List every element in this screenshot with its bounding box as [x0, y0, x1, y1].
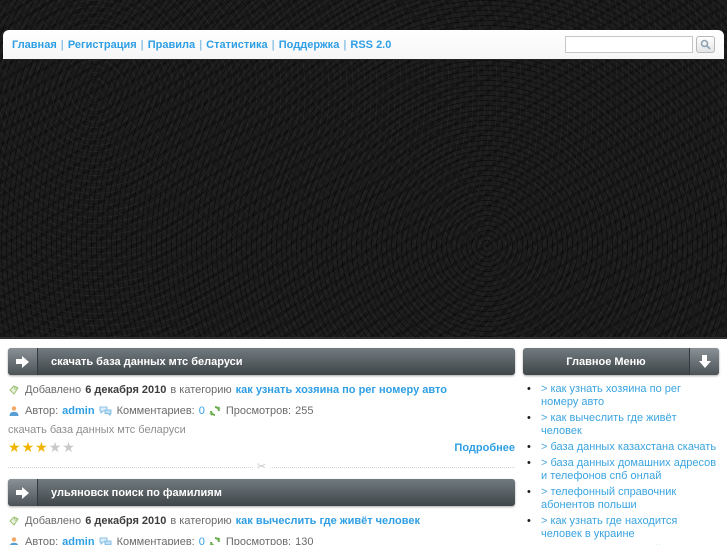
nav-links: Главная | Регистрация | Правила | Статистика | П… — [12, 39, 391, 51]
sidebar-menu: > как узнать хозяина по рег номеру авто >… — [523, 383, 719, 545]
sidebar-header-bar: Главное Меню — [523, 348, 719, 375]
read-more-link[interactable]: Подробнее — [454, 442, 515, 454]
nav-link[interactable]: RSS 2.0 — [350, 39, 391, 51]
nav-link[interactable]: Главная — [12, 39, 57, 51]
nav-link[interactable]: Регистрация — [68, 39, 137, 51]
rating-stars[interactable]: ★★★★★ — [8, 439, 76, 457]
search-box — [565, 36, 715, 53]
sidebar-menu-link[interactable]: как узнать где находится человек в украи… — [541, 515, 677, 540]
nav-separator: | — [140, 38, 144, 51]
comments-label: Комментариев: — [116, 536, 195, 545]
nav-separator: | — [60, 38, 64, 51]
post-category-link[interactable]: как вычеслить где живёт человек — [232, 515, 420, 527]
comments-icon — [99, 536, 112, 545]
top-navbar: Главная | Регистрация | Правила | Статистика | П… — [3, 30, 724, 60]
post-header-bar: скачать база данных мтс беларуси — [8, 348, 515, 375]
views-count: 130 — [295, 536, 314, 545]
star-icon[interactable]: ★ — [8, 439, 22, 455]
category-label: в категорию — [170, 515, 232, 527]
views-count: 255 — [295, 405, 314, 417]
star-icon[interactable]: ★ — [49, 439, 63, 455]
star-icon[interactable]: ★ — [62, 439, 76, 455]
post-title[interactable]: скачать база данных мтс беларуси — [38, 356, 243, 368]
search-button[interactable] — [696, 36, 715, 53]
post-excerpt: скачать база данных мтс беларуси — [8, 424, 186, 436]
sidebar-menu-item[interactable]: > телефонный справочник абонентов польши — [527, 486, 719, 512]
sidebar-menu-item[interactable]: > как узнать хозяина по рег номеру авто — [527, 383, 719, 409]
post-header-bar: ульяновск поиск по фамилиям — [8, 479, 515, 506]
comments-count[interactable]: 0 — [195, 405, 209, 417]
sidebar-title: Главное Меню — [566, 355, 646, 368]
added-icon — [8, 384, 20, 396]
post-author-link[interactable]: admin — [58, 405, 98, 417]
sidebar-menu-item[interactable]: > база данных домашних адресов и телефон… — [527, 457, 719, 483]
sidebar-menu-link[interactable]: база данных домашних адресов и телефонов… — [541, 457, 716, 482]
sidebar-menu-link[interactable]: телефонный справочник абонентов польши — [541, 486, 676, 511]
post-divider: ✂ — [8, 460, 515, 479]
nav-separator: | — [271, 38, 275, 51]
user-icon — [8, 405, 20, 417]
sidebar-menu-link[interactable]: как узнать хозяина по рег номеру авто — [541, 383, 681, 408]
sidebar-menu-item[interactable]: > как узнать где находится человек в укр… — [527, 515, 719, 541]
nav-link[interactable]: Поддержка — [279, 39, 340, 51]
sidebar-menu-item[interactable]: > база данных казахстана скачать — [527, 441, 719, 454]
views-icon — [209, 536, 221, 545]
nav-separator: | — [343, 38, 347, 51]
page: Главная | Регистрация | Правила | Статистика | П… — [0, 0, 727, 545]
views-label: Просмотров: — [225, 405, 292, 417]
arrow-right-icon — [8, 479, 38, 506]
added-label: Добавлено — [25, 384, 82, 396]
post-meta-added: Добавлено 6 декабря 2010 в категорию как… — [8, 384, 515, 396]
sidebar-menu-item[interactable]: > как вычеслить где живёт человек — [527, 412, 719, 438]
views-label: Просмотров: — [225, 536, 292, 545]
scissors-icon: ✂ — [252, 460, 271, 473]
star-icon[interactable]: ★ — [35, 439, 49, 455]
chevron-down-icon[interactable] — [689, 348, 719, 375]
content-area: скачать база данных мтс беларуси Добавле… — [0, 341, 727, 545]
post-meta-stats: Автор: admin Комментариев: 0 Просмотров:… — [8, 536, 515, 545]
comments-icon — [99, 405, 112, 417]
post-footer: ★★★★★ Подробнее — [8, 439, 515, 457]
search-icon — [700, 39, 711, 50]
post-category-link[interactable]: как узнать хозяина по рег номеру авто — [232, 384, 447, 396]
comments-label: Комментариев: — [116, 405, 195, 417]
sidebar-menu-link[interactable]: как вычеслить где живёт человек — [541, 412, 677, 437]
post-author-link[interactable]: admin — [58, 536, 98, 545]
nav-separator: | — [199, 38, 203, 51]
category-label: в категорию — [170, 384, 232, 396]
sidebar-menu-link[interactable]: база данных казахстана скачать — [550, 441, 716, 453]
comments-count[interactable]: 0 — [195, 536, 209, 545]
author-label: Автор: — [25, 405, 59, 417]
added-icon — [8, 515, 20, 527]
arrow-right-icon — [8, 348, 38, 375]
author-label: Автор: — [25, 536, 59, 545]
post-title[interactable]: ульяновск поиск по фамилиям — [38, 487, 222, 499]
user-icon — [8, 536, 20, 545]
post-date: 6 декабря 2010 — [85, 515, 167, 527]
added-label: Добавлено — [25, 515, 82, 527]
search-input[interactable] — [565, 36, 693, 53]
star-icon[interactable]: ★ — [22, 439, 36, 455]
posts-column: скачать база данных мтс беларуси Добавле… — [8, 348, 515, 545]
nav-link[interactable]: Правила — [148, 39, 195, 51]
post-meta-added: Добавлено 6 декабря 2010 в категорию как… — [8, 515, 515, 527]
post-date: 6 декабря 2010 — [85, 384, 167, 396]
nav-link[interactable]: Статистика — [206, 39, 268, 51]
post-meta-stats: Автор: admin Комментариев: 0 Просмотров:… — [8, 405, 515, 417]
sidebar: Главное Меню > как узнать хозяина по рег… — [523, 348, 719, 545]
views-icon — [209, 405, 221, 417]
